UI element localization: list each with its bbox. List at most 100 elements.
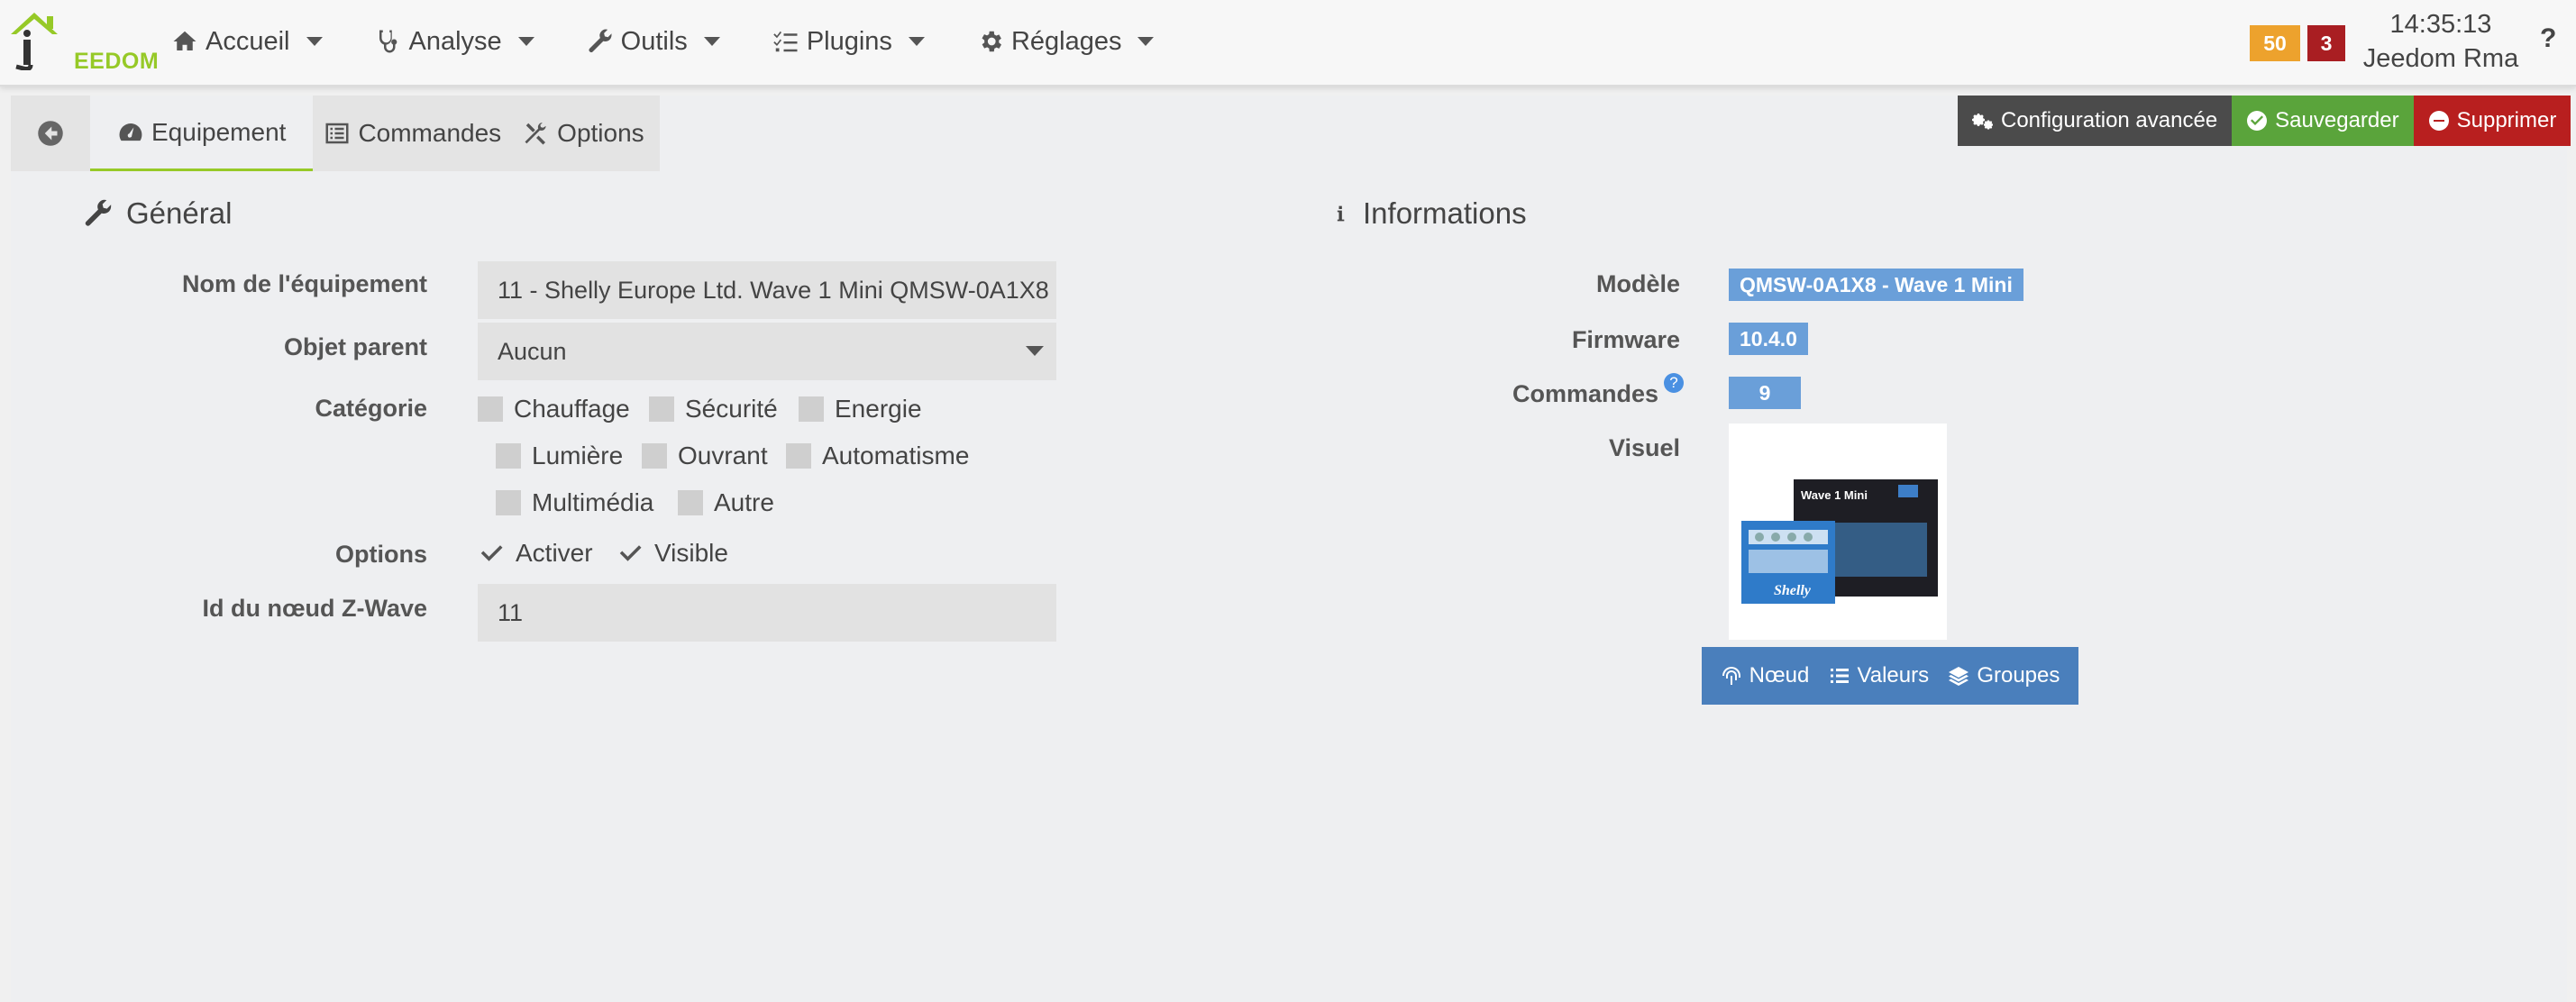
category-autre-checkbox[interactable]: Autre (678, 488, 774, 517)
category-chauffage-checkbox[interactable]: Chauffage (478, 395, 630, 424)
zwave-buttons: Nœud Valeurs Groupes (1702, 647, 2078, 705)
checkbox-box (496, 443, 521, 469)
info-section-title: Informations (1332, 196, 1527, 231)
category-energie-label: Energie (835, 395, 922, 423)
alert-count-badge[interactable]: 3 (2307, 25, 2345, 61)
wrench-icon (589, 29, 612, 52)
save-label: Sauvegarder (2275, 108, 2399, 132)
options-label: Options (335, 541, 427, 568)
parent-object-select[interactable]: Aucun (478, 323, 1056, 380)
node-button[interactable]: Nœud (1721, 663, 1810, 688)
chevron-down-icon (1026, 346, 1044, 356)
parent-object-value: Aucun (498, 337, 567, 365)
check-icon (480, 545, 503, 561)
option-activer-checkbox[interactable]: Activer (478, 539, 593, 568)
visual-label: Visuel (1608, 434, 1680, 461)
chevron-down-icon (908, 37, 925, 46)
list-icon (1830, 669, 1849, 683)
general-title-text: Général (126, 196, 233, 230)
tools-icon (525, 123, 546, 145)
list-alt-icon (325, 123, 349, 144)
equipment-name-input[interactable]: 11 - Shelly Europe Ltd. Wave 1 Mini QMSW… (478, 261, 1056, 319)
category-label: Catégorie (315, 395, 427, 422)
node-button-label: Nœud (1749, 663, 1810, 688)
house-logo-icon (11, 13, 58, 71)
category-lumiere-label: Lumière (532, 442, 624, 469)
logo-text: EEDOM (74, 49, 160, 74)
category-securite-checkbox[interactable]: Sécurité (649, 395, 778, 424)
menu-analyse-label: Analyse (408, 26, 502, 56)
category-automatisme-label: Automatisme (822, 442, 970, 469)
info-title-text: Informations (1363, 196, 1527, 230)
wrench-icon (85, 199, 112, 226)
category-multimedia-label: Multimédia (532, 488, 654, 516)
menu-outils[interactable]: Outils (587, 27, 720, 57)
category-securite-label: Sécurité (685, 395, 778, 423)
menu-analyse[interactable]: Analyse (375, 27, 534, 57)
product-name: Wave 1 Mini (1801, 488, 1868, 502)
groups-button-label: Groupes (1977, 663, 2060, 688)
action-buttons: Configuration avancée Sauvegarder Suppri… (1958, 96, 2571, 146)
tab-equipement[interactable]: Equipement (90, 96, 314, 171)
notification-count-badge[interactable]: 50 (2250, 25, 2300, 61)
chevron-down-icon (1137, 37, 1155, 46)
checkbox-box (649, 396, 674, 422)
check-circle-icon (2247, 111, 2268, 131)
tasks-icon (773, 31, 798, 52)
commands-label-text: Commandes (1512, 380, 1658, 407)
delete-button[interactable]: Supprimer (2413, 96, 2571, 146)
option-visible-checkbox[interactable]: Visible (617, 539, 728, 568)
cog-icon (982, 31, 1001, 52)
tachometer-icon (119, 123, 142, 141)
fingerprint-icon (1722, 667, 1740, 685)
equipment-name-label: Nom de l'équipement (182, 270, 427, 297)
product-box-image: Wave 1 Mini Shelly (1741, 479, 1938, 604)
back-button[interactable] (11, 96, 90, 171)
firmware-label: Firmware (1571, 326, 1680, 353)
top-navbar: EEDOM Accueil Analyse Outils Plugins Rég… (0, 0, 2576, 87)
category-energie-checkbox[interactable]: Energie (799, 395, 922, 424)
tab-commandes-label: Commandes (358, 119, 502, 147)
values-button[interactable]: Valeurs (1829, 663, 1930, 688)
help-question-icon[interactable]: ? (1658, 373, 1684, 397)
firmware-tag: 10.4.0 (1729, 323, 1808, 355)
parent-object-label: Objet parent (283, 333, 427, 360)
commands-label: Commandes (1298, 380, 1658, 408)
category-autre-label: Autre (714, 488, 774, 516)
checkbox-box (642, 443, 667, 469)
category-ouvrant-checkbox[interactable]: Ouvrant (642, 442, 768, 470)
menu-accueil-label: Accueil (206, 26, 290, 56)
product-brand: Shelly (1774, 583, 1812, 598)
device-image: Wave 1 Mini Shelly (1729, 424, 1947, 640)
menu-plugins-label: Plugins (806, 26, 892, 56)
advanced-config-button[interactable]: Configuration avancée (1958, 96, 2233, 146)
category-chauffage-label: Chauffage (514, 395, 630, 423)
info-icon (1337, 205, 1345, 222)
cogs-icon (1972, 114, 1993, 130)
category-multimedia-checkbox[interactable]: Multimédia (496, 488, 653, 517)
menu-accueil[interactable]: Accueil (171, 27, 323, 57)
menu-reglages[interactable]: Réglages (977, 27, 1155, 57)
option-activer-label: Activer (516, 539, 593, 567)
commands-count-tag: 9 (1729, 377, 1801, 409)
category-automatisme-checkbox[interactable]: Automatisme (786, 442, 969, 470)
groups-button[interactable]: Groupes (1948, 663, 2060, 688)
jeedom-logo[interactable]: EEDOM (7, 7, 159, 74)
tab-options-label: Options (557, 119, 644, 147)
chevron-down-icon (306, 37, 323, 46)
zwave-node-input[interactable]: 11 (478, 584, 1056, 642)
user-name: Jeedom Rma (2362, 44, 2519, 73)
tab-options[interactable]: Options (512, 96, 655, 171)
save-button[interactable]: Sauvegarder (2232, 96, 2414, 146)
clock-time: 14:35:13 (2389, 10, 2492, 39)
home-icon (173, 31, 196, 50)
checkbox-box (496, 490, 521, 515)
clock-user[interactable]: 14:35:13 Jeedom Rma (2360, 7, 2522, 76)
menu-plugins[interactable]: Plugins (772, 27, 925, 57)
values-button-label: Valeurs (1857, 663, 1930, 688)
tab-commandes[interactable]: Commandes (313, 96, 512, 171)
option-visible-label: Visible (654, 539, 728, 567)
help-icon[interactable]: ? (2540, 23, 2556, 54)
category-lumiere-checkbox[interactable]: Lumière (496, 442, 623, 470)
advanced-config-label: Configuration avancée (2001, 108, 2218, 132)
